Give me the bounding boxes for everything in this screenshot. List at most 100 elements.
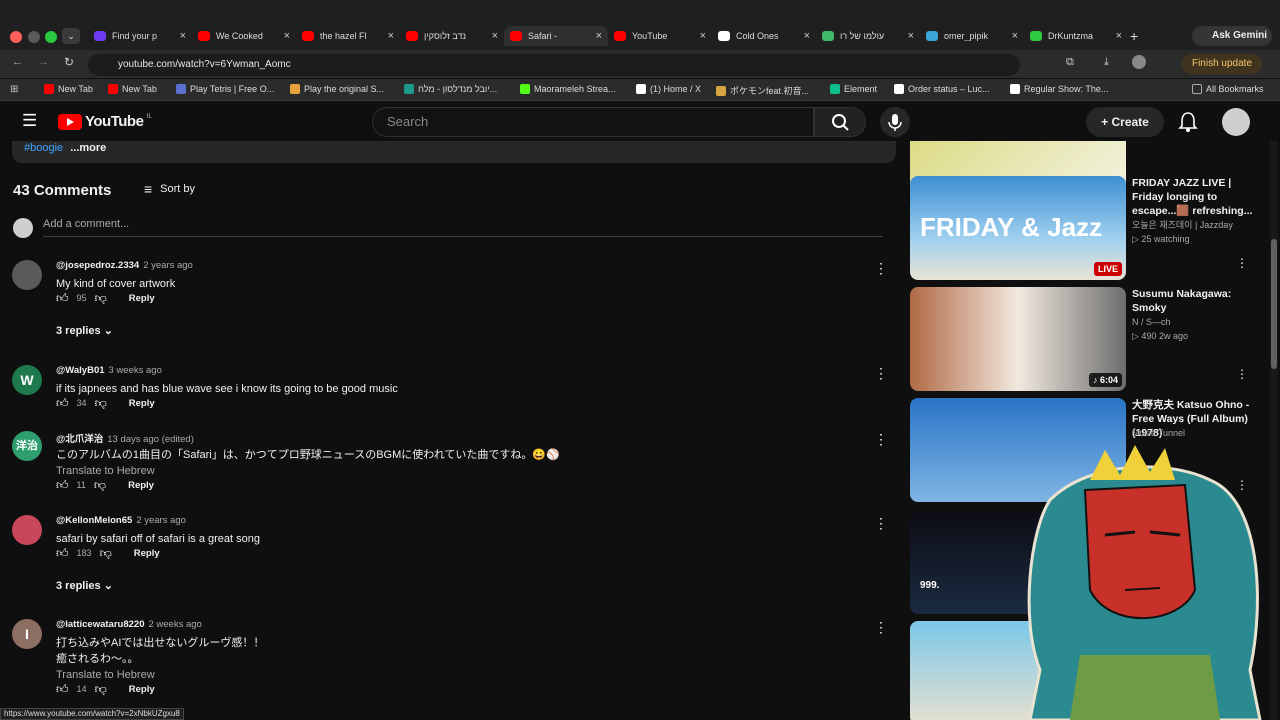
- video-more-options-icon[interactable]: ⋮: [1236, 256, 1248, 270]
- page-scrollbar[interactable]: [1270, 141, 1278, 720]
- bookmark-item[interactable]: New Tab: [108, 84, 157, 94]
- tab-close-icon[interactable]: ×: [284, 30, 290, 42]
- tab-close-icon[interactable]: ×: [908, 30, 914, 42]
- reply-button[interactable]: Reply: [128, 480, 154, 491]
- comment-more-options-icon[interactable]: ⋮: [874, 260, 888, 276]
- like-thumb-icon[interactable]: 👍︎: [56, 546, 69, 561]
- view-replies-button[interactable]: 3 replies ⌄: [56, 579, 113, 592]
- comment-more-options-icon[interactable]: ⋮: [874, 619, 888, 635]
- commenter-handle[interactable]: @KellonMelon65: [56, 515, 132, 526]
- bookmark-item[interactable]: יובל מנדלסון - מלח...: [404, 84, 497, 94]
- dislike-thumb-icon[interactable]: 👎︎: [95, 682, 107, 697]
- ask-gemini-button[interactable]: Ask Gemini: [1192, 26, 1272, 46]
- video-thumbnail[interactable]: FRIDAY & Jazz LIVE: [910, 176, 1126, 280]
- reply-button[interactable]: Reply: [129, 398, 155, 409]
- tab-search-chevron-icon[interactable]: ⌄: [62, 28, 80, 44]
- comment-time[interactable]: 2 weeks ago: [148, 619, 201, 630]
- commenter-handle[interactable]: @josepedroz.2334: [56, 260, 139, 271]
- bookmark-item[interactable]: Maorameleh Strea...: [520, 84, 616, 94]
- tab-close-icon[interactable]: ×: [596, 30, 602, 42]
- tab-close-icon[interactable]: ×: [804, 30, 810, 42]
- reply-button[interactable]: Reply: [134, 548, 160, 559]
- profile-avatar[interactable]: [1132, 55, 1146, 69]
- bookmark-item[interactable]: Order status – Luc...: [894, 84, 990, 94]
- bookmark-item[interactable]: Element: [830, 84, 877, 94]
- like-thumb-icon[interactable]: 👍︎: [56, 478, 69, 493]
- bookmark-item[interactable]: ポケモンfeat.初音...: [716, 84, 809, 97]
- address-bar[interactable]: youtube.com/watch?v=6Ywman_Aomc: [88, 54, 1020, 76]
- new-tab-plus-icon[interactable]: +: [1130, 28, 1138, 44]
- related-video-item[interactable]: FRIDAY & Jazz LIVE FRIDAY JAZZ LIVE | Frid…: [910, 176, 1260, 280]
- voice-search-button[interactable]: [880, 107, 910, 137]
- tab-2[interactable]: the hazel Fl ×: [296, 26, 400, 46]
- minimize-window-button[interactable]: [28, 31, 40, 43]
- view-replies-button[interactable]: 3 replies ⌄: [56, 324, 113, 337]
- comment-time[interactable]: 3 weeks ago: [109, 365, 162, 376]
- hashtag-link[interactable]: #boogie: [24, 142, 63, 154]
- tab-close-icon[interactable]: ×: [1012, 30, 1018, 42]
- comment-time[interactable]: 13 days ago (edited): [107, 434, 194, 445]
- commenter-avatar[interactable]: 洋治: [12, 431, 42, 461]
- reply-button[interactable]: Reply: [129, 293, 155, 304]
- bookmark-item[interactable]: Play Tetris | Free O...: [176, 84, 274, 94]
- reload-icon[interactable]: ↻: [64, 55, 74, 69]
- commenter-avatar[interactable]: [12, 515, 42, 545]
- bookmark-item[interactable]: Play the original S...: [290, 84, 384, 94]
- dislike-thumb-icon[interactable]: 👎︎: [100, 546, 112, 561]
- search-button[interactable]: [814, 107, 866, 137]
- commenter-avatar[interactable]: I: [12, 619, 42, 649]
- add-comment-input[interactable]: Add a comment...: [43, 218, 883, 237]
- download-icon[interactable]: ⤓: [1104, 56, 1109, 69]
- forward-arrow-icon[interactable]: →: [38, 56, 49, 68]
- channel-name[interactable]: 오늘은 재즈데이 | Jazzday: [1132, 218, 1233, 232]
- finish-update-button[interactable]: Finish update: [1182, 54, 1262, 74]
- back-arrow-icon[interactable]: ←: [12, 56, 23, 68]
- comment-more-options-icon[interactable]: ⋮: [874, 365, 888, 381]
- bookmark-item[interactable]: Regular Show: The...: [1010, 84, 1108, 94]
- dislike-thumb-icon[interactable]: 👎︎: [95, 291, 107, 306]
- video-title[interactable]: FRIDAY JAZZ LIVE | Friday longing to esc…: [1132, 176, 1258, 218]
- comment-more-options-icon[interactable]: ⋮: [874, 431, 888, 447]
- tab-0[interactable]: Find your p ×: [88, 26, 192, 46]
- tab-close-icon[interactable]: ×: [492, 30, 498, 42]
- commenter-avatar[interactable]: W: [12, 365, 42, 395]
- tab-close-icon[interactable]: ×: [388, 30, 394, 42]
- show-more-link[interactable]: ...more: [70, 142, 106, 154]
- create-button[interactable]: + Create: [1086, 107, 1164, 137]
- commenter-handle[interactable]: @北爪洋治: [56, 434, 103, 445]
- video-more-options-icon[interactable]: ⋮: [1236, 367, 1248, 381]
- bookmark-item[interactable]: (1) Home / X: [636, 84, 701, 94]
- all-bookmarks-item[interactable]: All Bookmarks: [1192, 84, 1264, 94]
- comment-time[interactable]: 2 years ago: [136, 515, 186, 526]
- like-thumb-icon[interactable]: 👍︎: [56, 682, 69, 697]
- notifications-bell-icon[interactable]: [1178, 111, 1198, 133]
- comment-more-options-icon[interactable]: ⋮: [874, 515, 888, 531]
- tab-8[interactable]: omer_pipik ×: [920, 26, 1024, 46]
- search-input[interactable]: Search: [372, 107, 814, 137]
- tab-9[interactable]: DrKuntzma ×: [1024, 26, 1128, 46]
- dislike-thumb-icon[interactable]: 👎︎: [95, 396, 107, 411]
- channel-name[interactable]: N / S―ch: [1132, 315, 1171, 329]
- related-video-item[interactable]: ♪ 6:04 Susumu Nakagawa: Smoky N / S―ch ▷ 49…: [910, 287, 1260, 391]
- youtube-logo[interactable]: YouTube IL: [58, 113, 152, 130]
- extensions-icon[interactable]: ⧉: [1066, 56, 1074, 69]
- scrollbar-thumb[interactable]: [1271, 239, 1277, 369]
- reply-button[interactable]: Reply: [129, 684, 155, 695]
- comment-time[interactable]: 2 years ago: [143, 260, 193, 271]
- video-title[interactable]: Susumu Nakagawa: Smoky: [1132, 287, 1258, 315]
- tab-5[interactable]: YouTube ×: [608, 26, 712, 46]
- apps-grid-icon[interactable]: ⊞: [10, 84, 18, 95]
- menu-icon[interactable]: ☰: [22, 111, 37, 131]
- close-window-button[interactable]: [10, 31, 22, 43]
- bookmark-item[interactable]: New Tab: [44, 84, 93, 94]
- maximize-window-button[interactable]: [45, 31, 57, 43]
- commenter-avatar[interactable]: [12, 260, 42, 290]
- video-description[interactable]: #boogie ...more: [12, 141, 896, 163]
- tab-6[interactable]: Cold Ones ×: [712, 26, 816, 46]
- tab-1[interactable]: We Cooked ×: [192, 26, 296, 46]
- channel-name[interactable]: Music Tunnel: [1132, 426, 1185, 440]
- like-thumb-icon[interactable]: 👍︎: [56, 396, 69, 411]
- sort-by-button[interactable]: ≡ Sort by: [144, 181, 195, 197]
- commenter-handle[interactable]: @WalyB01: [56, 365, 105, 376]
- tab-3[interactable]: נדב זלוסקין ×: [400, 26, 504, 46]
